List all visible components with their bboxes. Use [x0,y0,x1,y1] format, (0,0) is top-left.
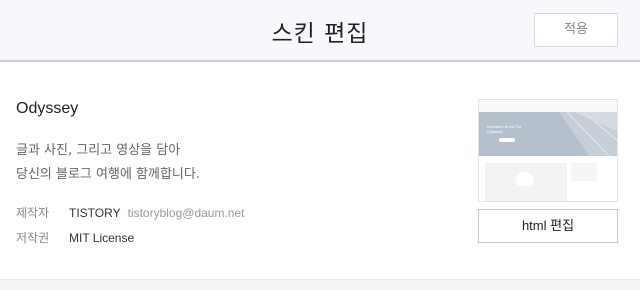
thumbnail-chair-image [516,172,534,186]
apply-button[interactable]: 적용 [534,13,618,47]
header-bar: 스킨 편집 적용 [0,0,640,62]
skin-description-line: 글과 사진, 그리고 영상을 담아 [16,143,181,158]
thumbnail-button [499,138,515,142]
thumbnail-hero-pattern [559,112,617,156]
html-edit-button[interactable]: html 편집 [478,209,618,243]
skin-preview-thumbnail: Welcome to the Tid Odyssey [478,99,618,202]
thumbnail-sidebar [571,163,597,181]
thumbnail-topbar [479,100,617,112]
copyright-label: 저작권 [16,231,50,245]
maker-row: 제작자 TISTORY tistoryblog@daum.net [16,205,244,221]
maker-email: tistoryblog@daum.net [127,206,245,220]
skin-description: 글과 사진, 그리고 영상을 담아 당신의 블로그 여행에 함께합니다. [16,139,200,187]
thumbnail-hero: Welcome to the Tid Odyssey [479,112,617,156]
license-row: 저작권 MIT License [16,230,134,246]
thumbnail-headline: Welcome to the Tid Odyssey [487,124,521,134]
skin-name: Odyssey [16,100,79,117]
footer-strip [0,279,640,290]
maker-value: TISTORY [69,206,121,220]
thumbnail-headline-line: Odyssey [487,129,503,134]
license-value: MIT License [69,231,135,245]
skin-description-line: 당신의 블로그 여행에 함께합니다. [16,167,200,182]
maker-label: 제작자 [16,206,50,220]
